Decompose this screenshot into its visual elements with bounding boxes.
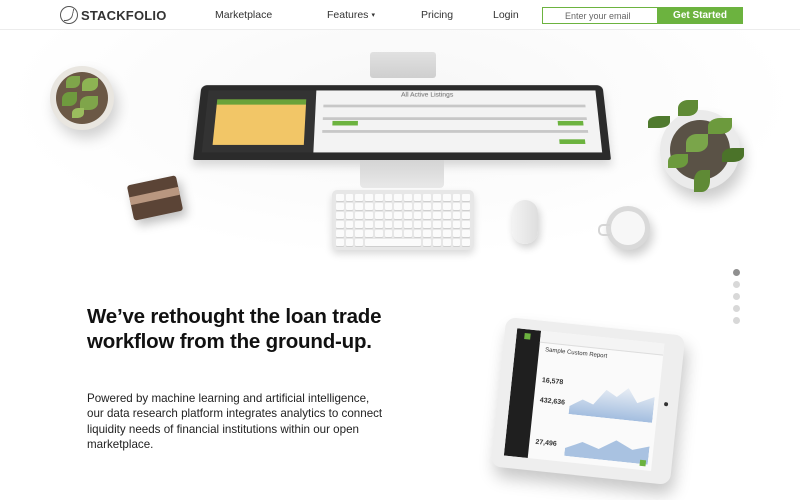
tablet-image: Sample Custom Report 16,578 432,636 27,4… xyxy=(490,317,686,485)
leaf-shape xyxy=(708,118,732,134)
listing-action-button xyxy=(332,120,358,126)
tablet-logo-square xyxy=(524,333,531,340)
listing-action-button xyxy=(559,139,586,144)
slider-pagination xyxy=(733,269,740,324)
nav-link-features[interactable]: Features ▾ xyxy=(327,9,375,21)
get-started-button[interactable]: Get Started xyxy=(657,7,743,24)
tablet-home-button xyxy=(663,401,669,407)
top-navbar: STACKFOLIO Marketplace Features ▾ Pricing… xyxy=(0,0,800,30)
logo-wordmark: STACKFOLIO xyxy=(81,7,167,23)
listings-title: All Active Listings xyxy=(401,92,454,99)
leaf-shape xyxy=(694,170,710,192)
monitor-base xyxy=(360,160,444,188)
slider-dot[interactable] xyxy=(733,317,740,324)
leaf-shape xyxy=(82,78,98,91)
nav-link-pricing[interactable]: Pricing xyxy=(421,9,453,21)
slider-dot[interactable] xyxy=(733,305,740,312)
listing-row-line xyxy=(322,117,587,120)
monitor-image: All Active Listings xyxy=(193,85,611,160)
hero-subtext: Powered by machine learning and artifici… xyxy=(87,392,383,452)
todo-header-bar xyxy=(216,99,307,105)
todo-panel xyxy=(212,99,307,145)
leaf-shape xyxy=(66,76,80,88)
chevron-down-icon: ▾ xyxy=(371,12,375,19)
nav-link-features-label: Features xyxy=(327,9,369,21)
monitor-screen: All Active Listings xyxy=(201,90,603,153)
tablet-report-title: Sample Custom Report xyxy=(544,347,608,360)
leaf-shape xyxy=(62,92,77,106)
leaf-shape xyxy=(668,154,688,168)
monitor-stand xyxy=(370,52,436,78)
coffee-mug-image xyxy=(598,206,650,250)
slider-dot[interactable] xyxy=(733,269,740,276)
leaf-shape xyxy=(722,148,744,162)
listing-row-line xyxy=(322,130,589,133)
tablet-metric: 432,636 xyxy=(539,396,566,407)
mouse-image xyxy=(512,200,538,244)
hero-section: All Active Listings Sample Custom Report… xyxy=(0,30,800,500)
tablet-action-square xyxy=(639,459,647,467)
nav-link-marketplace[interactable]: Marketplace xyxy=(215,9,272,21)
succulent-plant-image xyxy=(50,66,114,130)
tablet-metric: 16,578 xyxy=(541,377,564,387)
hero-headline: We’ve rethought the loan trade workflow … xyxy=(87,305,382,353)
logo-mark-icon xyxy=(60,6,78,24)
leaf-shape xyxy=(678,100,698,116)
tablet-area-chart xyxy=(569,374,657,423)
tablet-metric: 27,496 xyxy=(535,438,558,448)
listing-action-button xyxy=(557,120,584,126)
email-field[interactable] xyxy=(542,7,657,24)
tablet-screen: Sample Custom Report 16,578 432,636 27,4… xyxy=(503,328,665,471)
slider-dot[interactable] xyxy=(733,281,740,288)
keyboard-image xyxy=(332,190,474,250)
slider-dot[interactable] xyxy=(733,293,740,300)
nav-link-login[interactable]: Login xyxy=(493,9,519,21)
stackfolio-logo[interactable]: STACKFOLIO xyxy=(60,6,167,24)
listing-row-line xyxy=(323,104,586,108)
leaf-shape xyxy=(72,108,84,118)
leaf-shape xyxy=(686,134,708,152)
leafy-plant-image xyxy=(648,100,744,192)
leaf-shape xyxy=(648,116,670,128)
tablet-area-chart xyxy=(564,430,650,465)
